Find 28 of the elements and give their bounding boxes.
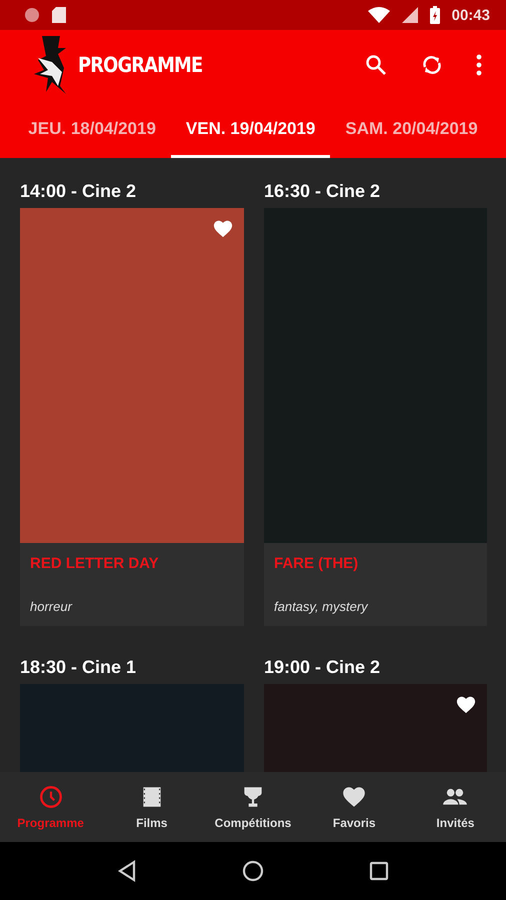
clock-icon <box>38 784 64 810</box>
signal-icon <box>402 7 418 23</box>
wifi-icon <box>368 7 390 23</box>
film-genres: fantasy, mystery <box>274 599 370 614</box>
nav-tab[interactable]: Invités <box>404 772 506 842</box>
film-title: RED LETTER DAY <box>30 555 160 572</box>
nav-tab[interactable]: Compétitions <box>202 772 304 842</box>
more-icon <box>476 53 482 77</box>
search-icon <box>364 53 388 77</box>
status-time: 00:43 <box>452 6 490 24</box>
battery-icon <box>430 6 440 24</box>
record-icon <box>24 7 40 23</box>
sd-card-icon <box>52 7 66 23</box>
date-tab[interactable]: VEN. 19/04/2019 <box>170 100 330 158</box>
nav-tab[interactable]: Films <box>101 772 202 842</box>
back-icon[interactable] <box>117 860 137 882</box>
nav-tab[interactable]: Favoris <box>304 772 405 842</box>
film-genres: horreur <box>30 599 74 614</box>
film-title: FARE (THE) <box>274 555 360 572</box>
heart-icon[interactable] <box>455 694 477 714</box>
screening-time: 19:00 - Cine 2 <box>264 656 382 679</box>
home-icon[interactable] <box>242 860 264 882</box>
screening-time: 18:30 - Cine 1 <box>20 656 138 679</box>
screening-time: 14:00 - Cine 2 <box>20 180 138 203</box>
recents-icon[interactable] <box>369 861 389 881</box>
app-title: PROGRAMME <box>78 53 202 77</box>
heart-icon[interactable] <box>212 218 234 238</box>
screening-time: 16:30 - Cine 2 <box>264 180 382 203</box>
